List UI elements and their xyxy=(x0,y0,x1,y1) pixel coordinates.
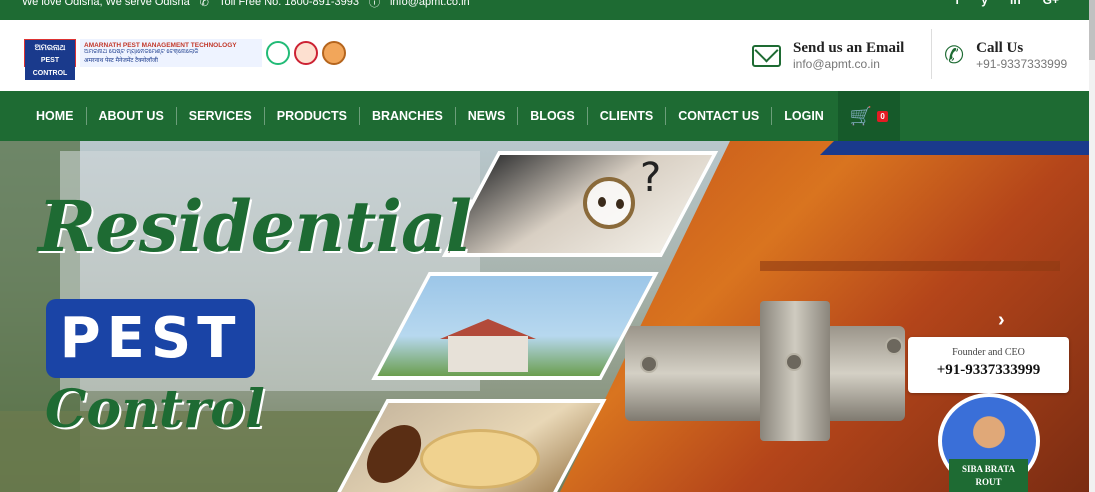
social-links: f y in G+ xyxy=(955,0,1059,7)
screw-icon xyxy=(885,337,903,355)
hero-wood-grain xyxy=(760,261,1060,271)
partner-logo-icon xyxy=(294,41,318,65)
hero-blue-stripe xyxy=(820,141,1089,155)
house-icon xyxy=(448,336,528,372)
ceo-name-label: SIBA BRATA ROUT xyxy=(949,459,1028,492)
google-plus-icon[interactable]: G+ xyxy=(1043,0,1059,7)
certification-seal-icon xyxy=(266,41,290,65)
logo-badge-text: ଅମରନାଥ xyxy=(34,43,66,52)
toll-free-number[interactable]: Toll Free No. 1800-891-3993 xyxy=(219,0,359,8)
screw-icon xyxy=(640,355,658,373)
logo-text: AMARNATH PEST MANAGEMENT TECHNOLOGY ଅମରନ… xyxy=(80,39,262,67)
mail-icon xyxy=(752,44,781,67)
bedbug-icon xyxy=(616,199,624,209)
hero-heading-control: Control xyxy=(45,379,265,440)
ceo-name-line1: SIBA BRATA xyxy=(962,464,1015,474)
logo-line-odia: ଅମରନାଥ ପେଷ୍ଟ ମ୍ୟାନେଜମେଣ୍ଟ ଟେକ୍ନୋଲୋଜି xyxy=(84,49,199,55)
bedbug-icon xyxy=(598,197,606,207)
hero-hinge-plate xyxy=(760,301,830,441)
nav-item-about-us[interactable]: ABOUT US xyxy=(87,107,177,125)
ceo-role: Founder and CEO xyxy=(952,347,1025,358)
hero-heading-pest-box: PEST xyxy=(46,299,255,378)
nav-item-clients[interactable]: CLIENTS xyxy=(588,107,667,125)
nav-item-branches[interactable]: BRANCHES xyxy=(360,107,456,125)
ceo-name-line2: ROUT xyxy=(975,477,1002,487)
ceo-phone[interactable]: +91-9337333999 xyxy=(908,362,1069,379)
hero-heading-pest: PEST xyxy=(59,306,242,371)
site-header: ଅମରନାଥ PEST CONTROL AMARNATH PEST MANAGE… xyxy=(0,20,1089,91)
logo-line-english: AMARNATH PEST MANAGEMENT TECHNOLOGY xyxy=(84,42,237,49)
top-email-link[interactable]: info@apmt.co.in xyxy=(390,0,470,8)
top-bar: We love Odisha, We serve Odisha ✆ Toll F… xyxy=(0,0,1089,20)
hero-slider: ? Residential PEST Control › Founder and… xyxy=(0,141,1089,492)
phone-icon: ✆ xyxy=(944,41,965,69)
linkedin-icon[interactable]: in xyxy=(1010,0,1021,7)
chevron-right-icon[interactable]: › xyxy=(998,309,1005,332)
phone-icon: ✆ xyxy=(199,0,209,9)
mascot-logo-icon xyxy=(322,41,346,65)
cart-icon: 🛒 xyxy=(849,105,873,126)
twitter-icon[interactable]: y xyxy=(981,0,988,7)
hero-heading-residential: Residential xyxy=(38,185,472,268)
site-logo[interactable]: ଅମରନାଥ PEST CONTROL AMARNATH PEST MANAGE… xyxy=(24,39,346,80)
email-title: Send us an Email xyxy=(793,40,905,56)
top-bar-info: We love Odisha, We serve Odisha ✆ Toll F… xyxy=(22,0,470,10)
cart-button[interactable]: 🛒 0 xyxy=(837,91,900,141)
cake-icon xyxy=(420,429,540,489)
logo-line-hindi: अमरनाथ पेस्ट मैनेजमेंट टैक्नोलॉजी xyxy=(84,58,158,64)
screw-icon xyxy=(785,353,803,371)
tagline: We love Odisha, We serve Odisha xyxy=(22,0,190,8)
call-value[interactable]: +91-9337333999 xyxy=(976,57,1067,71)
cart-count-badge: 0 xyxy=(877,110,888,122)
nav-item-blogs[interactable]: BLOGS xyxy=(518,107,588,125)
ceo-contact-card[interactable]: Founder and CEO +91-9337333999 xyxy=(908,337,1069,393)
hero-bedbug-panel xyxy=(441,151,719,257)
scrollbar-thumb[interactable] xyxy=(1089,0,1095,60)
nav-item-login[interactable]: LOGIN xyxy=(772,107,836,125)
call-contact[interactable]: ✆ Call Us +91-9337333999 xyxy=(944,40,1067,71)
call-title: Call Us xyxy=(976,40,1024,56)
page-scrollbar[interactable] xyxy=(1089,0,1095,492)
email-contact[interactable]: Send us an Email info@apmt.co.in xyxy=(752,40,904,71)
email-value[interactable]: info@apmt.co.in xyxy=(793,57,904,71)
magnifier-icon xyxy=(583,177,635,229)
question-mark: ? xyxy=(640,155,662,201)
facebook-icon[interactable]: f xyxy=(955,0,959,7)
info-icon: ⓘ xyxy=(368,0,380,9)
nav-item-products[interactable]: PRODUCTS xyxy=(265,107,360,125)
nav-item-home[interactable]: HOME xyxy=(24,107,87,125)
main-nav: HOME ABOUT US SERVICES PRODUCTS BRANCHES… xyxy=(0,91,1089,141)
nav-item-contact-us[interactable]: CONTACT US xyxy=(666,107,773,125)
header-divider xyxy=(931,29,932,79)
logo-badge-sub: PEST CONTROL xyxy=(25,54,75,80)
nav-item-services[interactable]: SERVICES xyxy=(177,107,265,125)
nav-item-news[interactable]: NEWS xyxy=(456,107,519,125)
logo-badge: ଅମରନାଥ PEST CONTROL xyxy=(24,39,76,80)
